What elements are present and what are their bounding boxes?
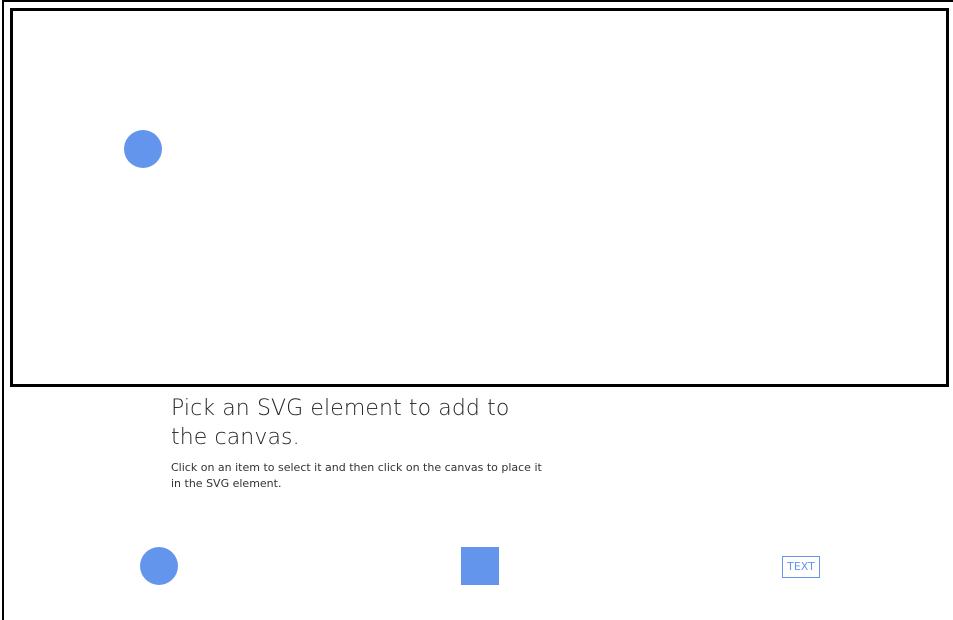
- instructions-text: Click on an item to select it and then c…: [171, 461, 542, 490]
- svg-canvas[interactable]: [10, 8, 949, 387]
- rect-item-button[interactable]: [461, 547, 499, 585]
- circle-item-button[interactable]: [140, 547, 178, 585]
- placed-circle[interactable]: [124, 130, 162, 168]
- svg-canvas-drawing[interactable]: [13, 11, 946, 384]
- instructions-panel: Pick an SVG element to add to the canvas…: [171, 394, 551, 492]
- text-item-button[interactable]: TEXT: [782, 556, 820, 578]
- page-title: Pick an SVG element to add to the canvas…: [171, 396, 510, 450]
